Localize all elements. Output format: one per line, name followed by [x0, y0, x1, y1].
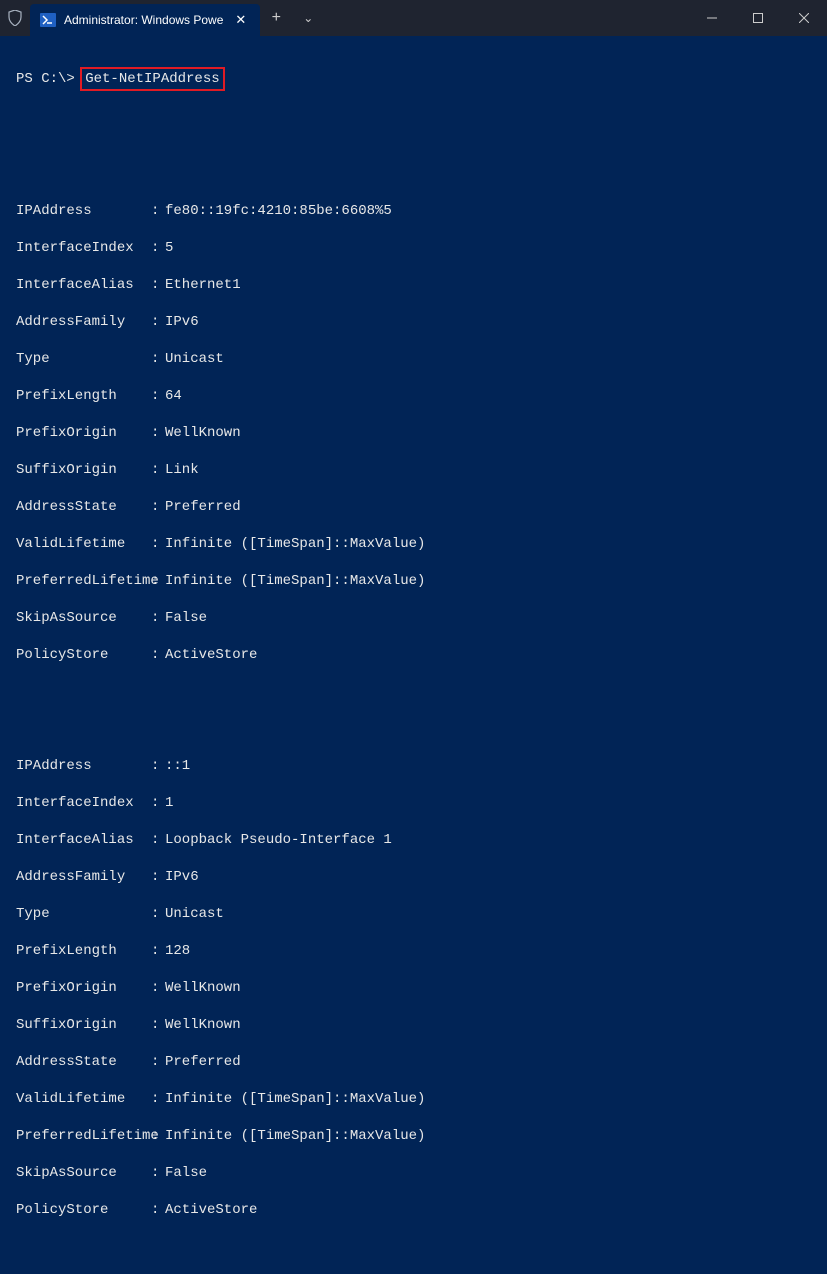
prompt-line: PS C:\> Get-NetIPAddress: [16, 67, 811, 92]
new-tab-button[interactable]: +: [260, 0, 292, 36]
field-key: ValidLifetime: [16, 535, 151, 554]
field-key: SkipAsSource: [16, 1164, 151, 1183]
field-key: SkipAsSource: [16, 609, 151, 628]
titlebar: Administrator: Windows Powe ✕ + ⌄: [0, 0, 827, 36]
field-key: AddressFamily: [16, 313, 151, 332]
field-key: AddressState: [16, 498, 151, 517]
field-key: ValidLifetime: [16, 1090, 151, 1109]
command-text: Get-NetIPAddress: [85, 71, 219, 87]
active-tab[interactable]: Administrator: Windows Powe ✕: [30, 4, 260, 36]
field-val: Infinite ([TimeSpan]::MaxValue): [165, 1127, 811, 1146]
field-val: Unicast: [165, 350, 811, 369]
close-window-button[interactable]: [781, 0, 827, 36]
field-key: SuffixOrigin: [16, 1016, 151, 1035]
field-val: 5: [165, 239, 811, 258]
field-key: IPAddress: [16, 202, 151, 221]
field-val: IPv6: [165, 868, 811, 887]
output-block-1: IPAddress: ::1 InterfaceIndex: 1 Interfa…: [16, 739, 811, 1239]
command-highlight: Get-NetIPAddress: [80, 67, 224, 92]
field-val: fe80::19fc:4210:85be:6608%5: [165, 202, 811, 221]
field-val: Unicast: [165, 905, 811, 924]
field-val: WellKnown: [165, 1016, 811, 1035]
field-val: WellKnown: [165, 424, 811, 443]
field-val: False: [165, 1164, 811, 1183]
field-val: 1: [165, 794, 811, 813]
field-val: WellKnown: [165, 979, 811, 998]
field-key: InterfaceAlias: [16, 276, 151, 295]
field-key: PrefixOrigin: [16, 979, 151, 998]
prompt-prefix: PS C:\>: [16, 71, 75, 87]
field-key: Type: [16, 350, 151, 369]
field-val: Infinite ([TimeSpan]::MaxValue): [165, 1090, 811, 1109]
powershell-icon: [40, 12, 56, 28]
field-key: PolicyStore: [16, 646, 151, 665]
field-val: Infinite ([TimeSpan]::MaxValue): [165, 572, 811, 591]
field-key: PrefixLength: [16, 942, 151, 961]
shield-icon: [0, 0, 30, 36]
field-val: 64: [165, 387, 811, 406]
tab-dropdown-button[interactable]: ⌄: [292, 0, 324, 36]
field-key: InterfaceIndex: [16, 794, 151, 813]
field-val: Ethernet1: [165, 276, 811, 295]
field-val: Preferred: [165, 498, 811, 517]
field-key: InterfaceIndex: [16, 239, 151, 258]
field-key: PolicyStore: [16, 1201, 151, 1220]
field-key: PreferredLifetime: [16, 572, 151, 591]
tab-close-button[interactable]: ✕: [231, 12, 250, 28]
field-key: PreferredLifetime: [16, 1127, 151, 1146]
field-val: 128: [165, 942, 811, 961]
field-key: SuffixOrigin: [16, 461, 151, 480]
field-key: AddressFamily: [16, 868, 151, 887]
field-val: ::1: [165, 757, 811, 776]
field-val: IPv6: [165, 313, 811, 332]
titlebar-left: Administrator: Windows Powe ✕ + ⌄: [0, 0, 324, 36]
field-val: Preferred: [165, 1053, 811, 1072]
tab-title: Administrator: Windows Powe: [64, 13, 223, 27]
field-key: Type: [16, 905, 151, 924]
field-val: ActiveStore: [165, 646, 811, 665]
minimize-button[interactable]: [689, 0, 735, 36]
field-key: InterfaceAlias: [16, 831, 151, 850]
window-controls: [689, 0, 827, 36]
field-key: IPAddress: [16, 757, 151, 776]
field-key: PrefixOrigin: [16, 424, 151, 443]
maximize-button[interactable]: [735, 0, 781, 36]
field-key: AddressState: [16, 1053, 151, 1072]
field-key: PrefixLength: [16, 387, 151, 406]
field-val: Infinite ([TimeSpan]::MaxValue): [165, 535, 811, 554]
output-block-0: IPAddress: fe80::19fc:4210:85be:6608%5 I…: [16, 184, 811, 684]
field-val: False: [165, 609, 811, 628]
field-val: Link: [165, 461, 811, 480]
field-val: Loopback Pseudo-Interface 1: [165, 831, 811, 850]
terminal-output[interactable]: PS C:\> Get-NetIPAddress IPAddress: fe80…: [0, 36, 827, 1274]
field-val: ActiveStore: [165, 1201, 811, 1220]
